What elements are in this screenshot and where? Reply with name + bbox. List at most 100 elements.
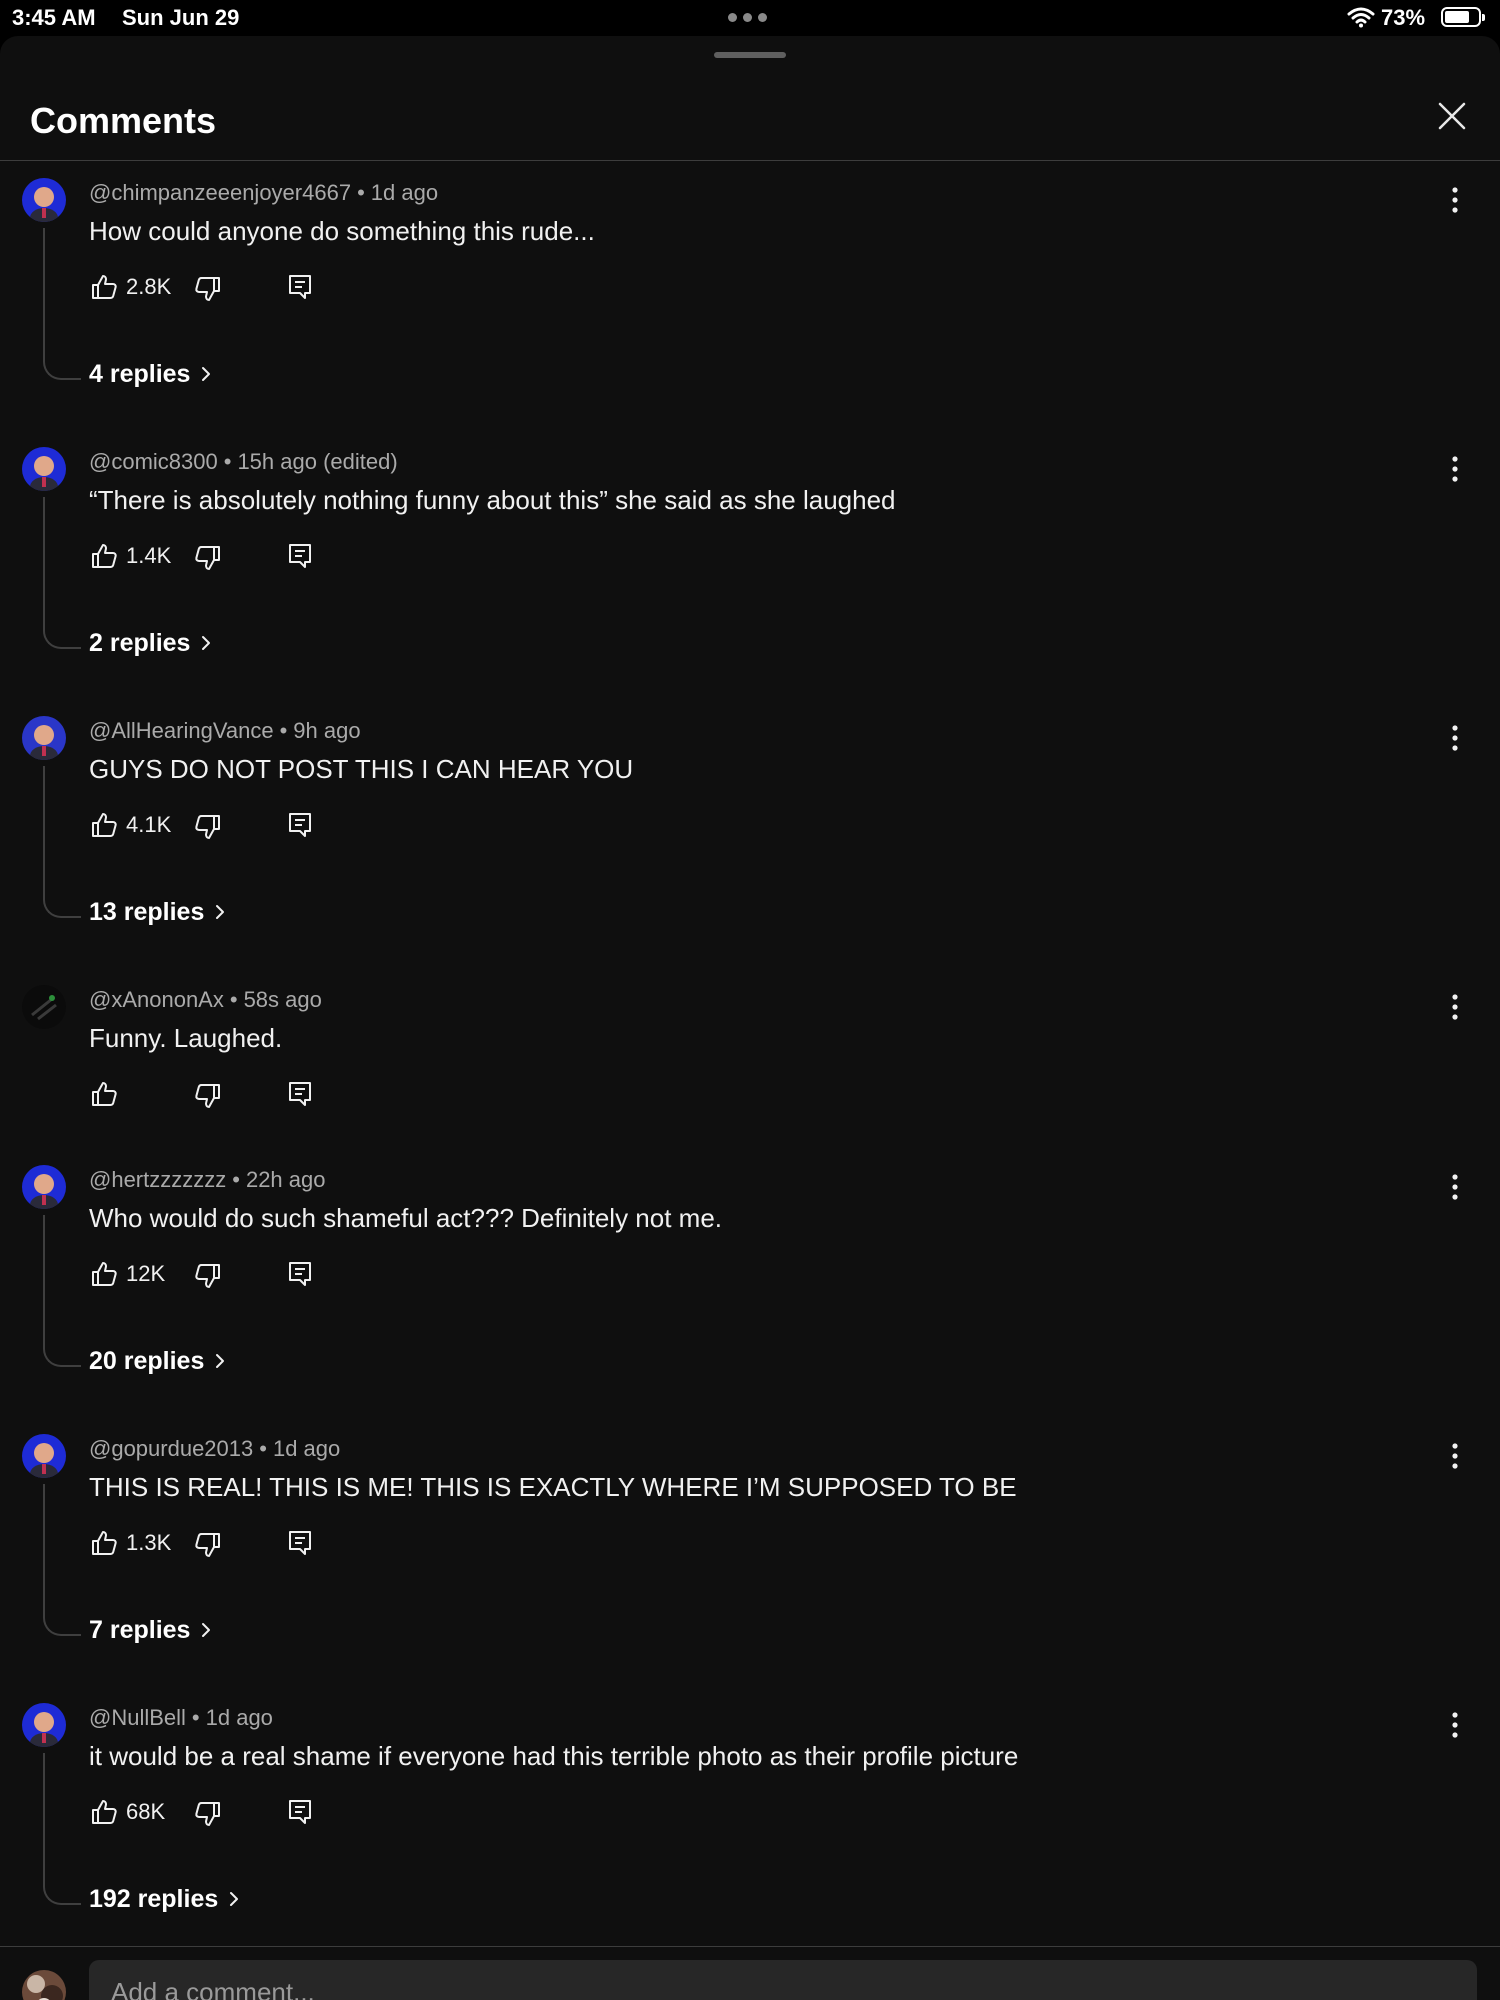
like-count: 1.4K [126, 543, 172, 568]
chevron-right-icon [228, 1886, 240, 1915]
like-count: 2.8K [126, 274, 172, 299]
status-bar: 3:45 AM Sun Jun 29 73% [0, 0, 1500, 36]
thumbs-up-icon[interactable] [89, 541, 119, 571]
thread-line [43, 1215, 81, 1367]
thumbs-up-icon[interactable] [89, 1528, 119, 1558]
replies-label: 192 replies [89, 1885, 219, 1913]
more-vertical-icon[interactable] [1445, 1169, 1465, 1205]
comment-author[interactable]: @NullBell [89, 1705, 186, 1730]
comment-age: 1d ago [370, 180, 439, 205]
thumbs-down-icon[interactable] [193, 812, 223, 842]
comment-item: @gopurdue2013 • 1d ago THIS IS REAL! THIS I… [0, 1416, 1500, 1685]
sheet-header: Comments [0, 86, 1500, 161]
more-vertical-icon[interactable] [1445, 1707, 1465, 1743]
avatar[interactable] [22, 178, 66, 222]
reply-icon[interactable] [285, 1528, 315, 1558]
thumbs-down-icon[interactable] [193, 274, 223, 304]
comment-text: Who would do such shameful act??? Defini… [89, 1203, 723, 1233]
sheet-grabber[interactable] [714, 52, 786, 58]
avatar [22, 1970, 66, 2000]
avatar[interactable] [22, 1703, 66, 1747]
comments-sheet: Comments @chimpanzeeenjoyer4667 • 1d ago Ho… [0, 36, 1500, 2000]
chevron-right-icon [200, 630, 212, 659]
comment-author[interactable]: @gopurdue2013 [89, 1436, 253, 1461]
comment-author[interactable]: @chimpanzeeenjoyer4667 [89, 180, 351, 205]
reply-icon[interactable] [285, 810, 315, 840]
comment-author[interactable]: @xAnononAx [89, 987, 224, 1012]
replies-label: 20 replies [89, 1347, 205, 1375]
comment-author[interactable]: @hertzzzzzzz [89, 1167, 226, 1192]
like-count: 68K [126, 1799, 166, 1824]
thumbs-up-icon[interactable] [89, 1079, 119, 1109]
thumbs-up-icon[interactable] [89, 1797, 119, 1827]
comment-meta: @xAnononAx • 58s ago [89, 987, 322, 1013]
avatar[interactable] [22, 1434, 66, 1478]
like-count: 1.3K [126, 1530, 172, 1555]
comment-text: THIS IS REAL! THIS IS ME! THIS IS EXACTL… [89, 1472, 1017, 1502]
thread-line [43, 497, 81, 649]
thumbs-down-icon[interactable] [193, 1530, 223, 1560]
comment-list[interactable]: @chimpanzeeenjoyer4667 • 1d ago How could a… [0, 160, 1500, 1946]
reply-icon[interactable] [285, 1797, 315, 1827]
thumbs-up-icon[interactable] [89, 1259, 119, 1289]
comment-actions: 1.3K [89, 1524, 329, 1564]
comment-text: it would be a real shame if everyone had… [89, 1741, 1019, 1771]
reply-icon[interactable] [285, 1259, 315, 1289]
like-count: 12K [126, 1261, 166, 1286]
view-replies-button[interactable]: 192 replies [89, 1885, 240, 1915]
chevron-right-icon [200, 361, 212, 390]
avatar[interactable] [22, 985, 66, 1029]
view-replies-button[interactable]: 2 replies [89, 629, 212, 659]
thread-line [43, 766, 81, 918]
chevron-right-icon [200, 1617, 212, 1646]
comment-input[interactable] [89, 1960, 1477, 2000]
thread-line [43, 1753, 81, 1905]
thumbs-down-icon[interactable] [193, 1261, 223, 1291]
close-icon[interactable] [1432, 96, 1472, 136]
view-replies-button[interactable]: 13 replies [89, 898, 226, 928]
comment-text: How could anyone do something this rude.… [89, 216, 595, 246]
multitasking-dots-icon[interactable] [728, 13, 767, 22]
more-vertical-icon[interactable] [1445, 182, 1465, 218]
reply-icon[interactable] [285, 272, 315, 302]
more-vertical-icon[interactable] [1445, 720, 1465, 756]
comment-actions: 12K [89, 1255, 329, 1295]
reply-icon[interactable] [285, 1079, 315, 1109]
comment-actions [89, 1075, 329, 1115]
comment-item: @NullBell • 1d ago it would be a real shame… [0, 1685, 1500, 1946]
thumbs-down-icon[interactable] [193, 1799, 223, 1829]
view-replies-button[interactable]: 20 replies [89, 1347, 226, 1377]
more-vertical-icon[interactable] [1445, 989, 1465, 1025]
comment-meta: @comic8300 • 15h ago (edited) [89, 449, 398, 475]
comment-age: 1d ago [205, 1705, 273, 1730]
battery-percent: 73% [1381, 5, 1426, 30]
comment-text: GUYS DO NOT POST THIS I CAN HEAR YOU [89, 754, 634, 784]
view-replies-button[interactable]: 7 replies [89, 1616, 212, 1646]
more-vertical-icon[interactable] [1445, 451, 1465, 487]
page-title: Comments [30, 100, 217, 141]
comment-author[interactable]: @comic8300 [89, 449, 218, 474]
thread-line [43, 1484, 81, 1636]
reply-icon[interactable] [285, 541, 315, 571]
comment-meta: @gopurdue2013 • 1d ago [89, 1436, 340, 1462]
comment-item: @xAnononAx • 58s ago Funny. Laughed. [0, 967, 1500, 1147]
avatar[interactable] [22, 447, 66, 491]
like-count: 4.1K [126, 812, 172, 837]
thumbs-down-icon[interactable] [193, 543, 223, 573]
replies-label: 13 replies [89, 898, 205, 926]
comment-meta: @NullBell • 1d ago [89, 1705, 273, 1731]
comment-age: 22h ago [245, 1167, 326, 1192]
status-time: 3:45 AM [12, 5, 96, 30]
comment-actions: 2.8K [89, 268, 329, 308]
comment-age: 58s ago [243, 987, 322, 1012]
thumbs-up-icon[interactable] [89, 272, 119, 302]
avatar[interactable] [22, 1165, 66, 1209]
avatar[interactable] [22, 716, 66, 760]
view-replies-button[interactable]: 4 replies [89, 360, 212, 390]
thumbs-up-icon[interactable] [89, 810, 119, 840]
meta-separator: • [259, 1436, 267, 1461]
comment-author[interactable]: @AllHearingVance [89, 718, 274, 743]
thumbs-down-icon[interactable] [193, 1081, 223, 1111]
comment-item: @hertzzzzzzz • 22h ago Who would do such sh… [0, 1147, 1500, 1416]
more-vertical-icon[interactable] [1445, 1438, 1465, 1474]
